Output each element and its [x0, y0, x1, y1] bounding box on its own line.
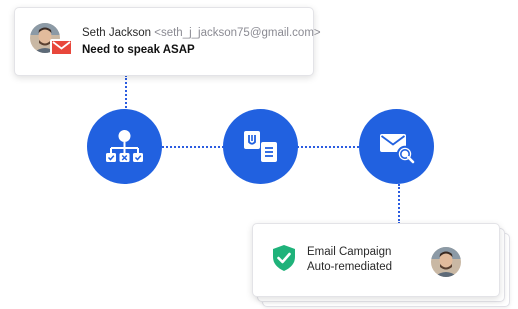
result-avatar [431, 247, 461, 277]
workflow-node-email-search [359, 109, 434, 184]
shield-check-icon [273, 245, 295, 271]
workflow-node-attachment [223, 109, 298, 184]
connector-node2-to-node3 [297, 146, 359, 148]
email-subject: Need to speak ASAP [82, 44, 195, 56]
sender-email: <seth_j_jackson75@gmail.com> [154, 27, 321, 39]
workflow-node-hierarchy [87, 109, 162, 184]
result-status: Auto-remediated [307, 261, 393, 273]
result-title: Email Campaign [307, 246, 392, 258]
connector-email-to-node1 [125, 75, 127, 112]
attachment-document-icon [244, 131, 277, 162]
mail-icon [50, 39, 73, 56]
connector-node1-to-node2 [162, 146, 224, 148]
org-chart-checklist-icon [106, 130, 143, 162]
email-search-icon [380, 134, 415, 164]
result-card: Email Campaign Auto-remediated [252, 223, 500, 297]
connector-node3-to-result [398, 184, 400, 224]
sender-line: Seth Jackson <seth_j_jackson75@gmail.com… [82, 27, 321, 39]
sender-name: Seth Jackson [82, 27, 152, 39]
email-card: Seth Jackson <seth_j_jackson75@gmail.com… [14, 7, 321, 76]
